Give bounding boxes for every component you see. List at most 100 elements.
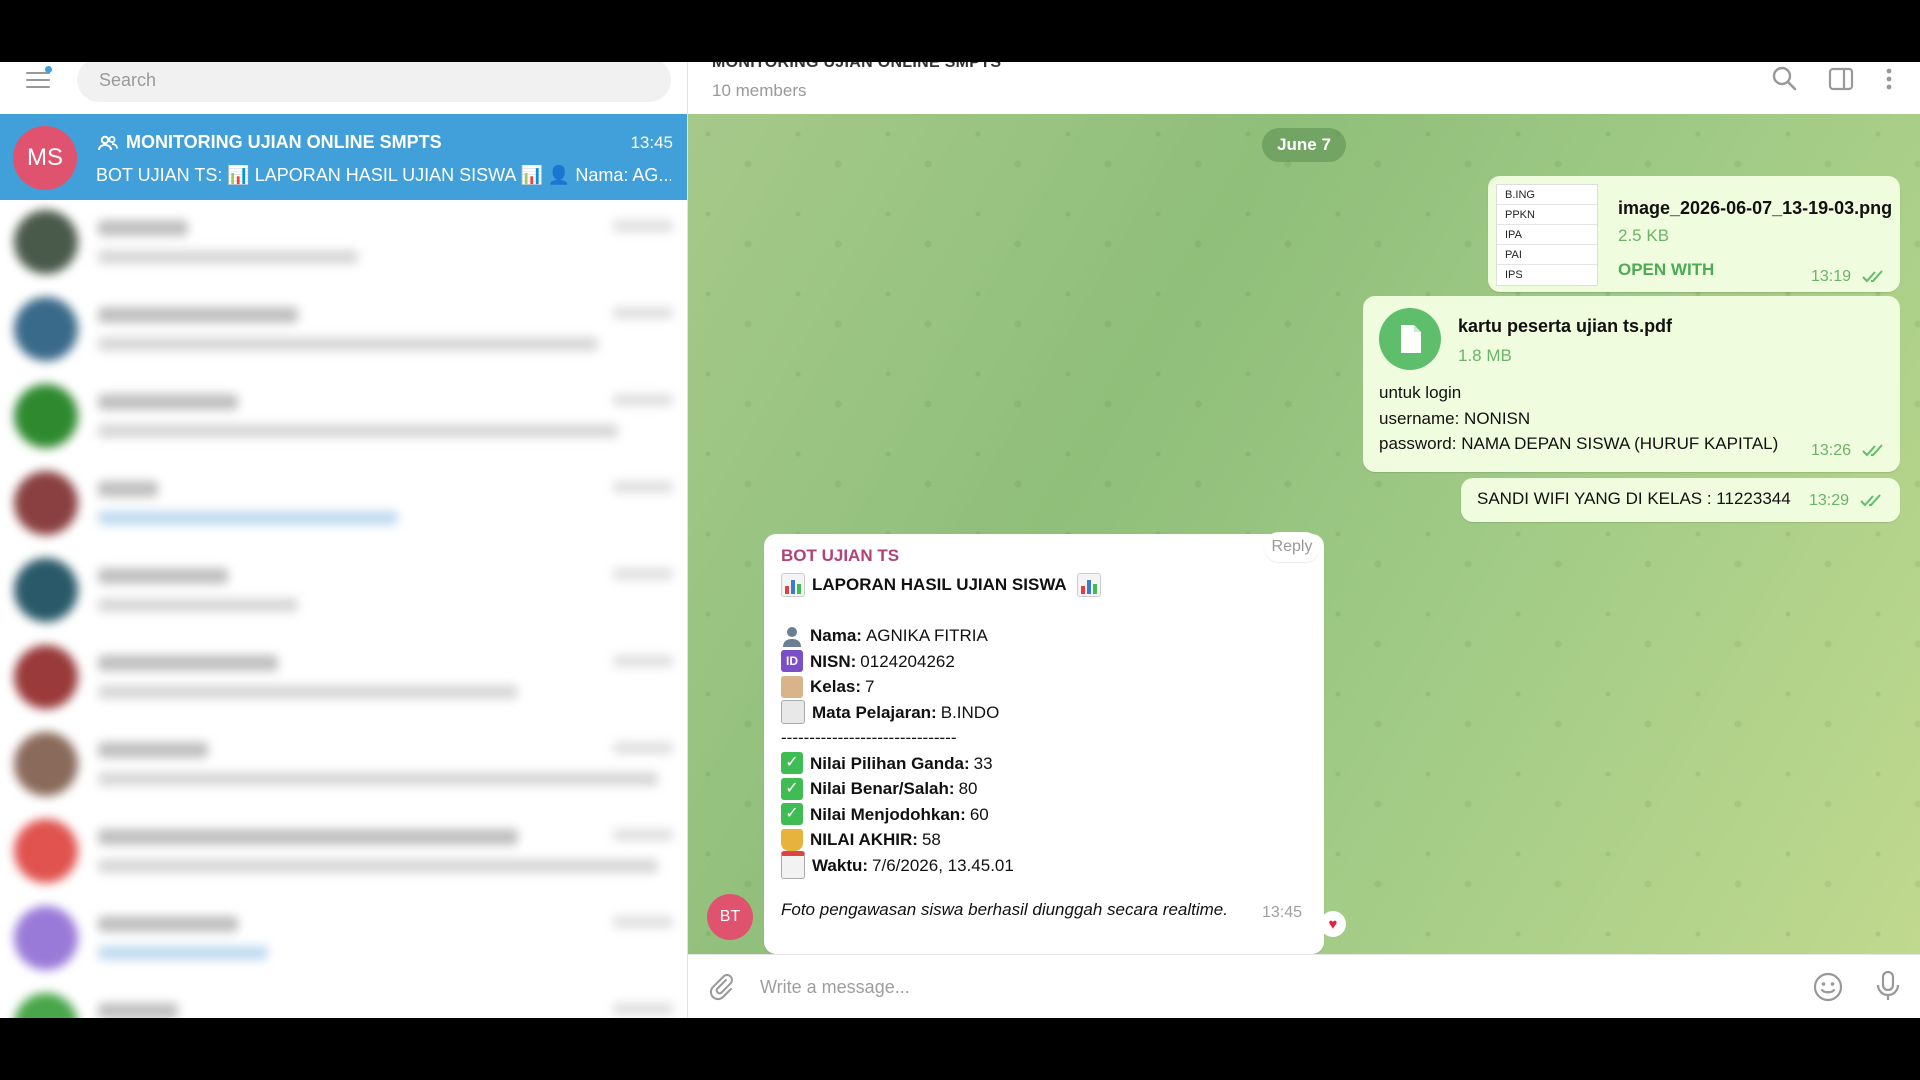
chart-emoji-icon — [781, 572, 805, 597]
menu-icon[interactable] — [22, 64, 54, 96]
sidebar-toggle-icon[interactable] — [1826, 64, 1856, 94]
letterbox-bottom — [0, 1018, 1920, 1080]
chat-item-active[interactable]: MS MONITORING UJIAN ONLINE SMPTS 13:45 B… — [0, 114, 687, 200]
kelas-label: Kelas: — [810, 677, 862, 696]
menjo-value: 60 — [969, 804, 989, 824]
school-emoji-icon — [781, 675, 803, 698]
open-with-button[interactable]: OPEN WITH — [1618, 260, 1714, 280]
double-check-icon — [1862, 444, 1883, 457]
thumb-line: PPKN — [1497, 205, 1597, 225]
chat-item-preview: BOT UJIAN TS: 📊 LAPORAN HASIL UJIAN SISW… — [96, 165, 671, 185]
check-emoji-icon: ✓ — [781, 752, 803, 775]
message-time: 13:19 — [1811, 268, 1852, 285]
reply-button[interactable]: Reply — [1264, 532, 1320, 562]
list-item[interactable] — [0, 548, 687, 635]
message-wifi[interactable]: SANDI WIFI YANG DI KELAS : 11223344 13:2… — [1461, 478, 1900, 522]
image-thumbnail[interactable]: B.ING PPKN IPA PAI IPS — [1496, 184, 1598, 286]
report-content: LAPORAN HASIL UJIAN SISWA Nama: AGNIKA FI… — [781, 572, 1108, 880]
nama-value: AGNIKA FITRIA — [865, 626, 988, 645]
letterbox-top — [0, 0, 1920, 62]
message-input[interactable] — [758, 969, 1772, 1005]
chat-panel: MONITORING UJIAN ONLINE SMPTS 10 members… — [688, 62, 1920, 1018]
nama-label: Nama: — [810, 626, 862, 645]
report-heading: LAPORAN HASIL UJIAN SISWA — [812, 575, 1067, 594]
chat-list-blurred — [0, 200, 687, 1018]
sidebar-topbar — [0, 62, 687, 114]
thumb-line: B.ING — [1497, 185, 1597, 205]
bs-label: Nilai Benar/Salah: — [810, 779, 955, 798]
attach-icon[interactable] — [706, 971, 736, 1001]
chat-header-members: 10 members — [712, 81, 807, 100]
akhir-label: NILAI AKHIR: — [810, 830, 918, 849]
telegram-window: MS MONITORING UJIAN ONLINE SMPTS 13:45 B… — [0, 62, 1920, 1018]
id-emoji-icon: ID — [781, 650, 803, 673]
date-separator: June 7 — [1262, 128, 1346, 162]
message-image-file[interactable]: B.ING PPKN IPA PAI IPS image_2026-06-07_… — [1488, 176, 1900, 292]
search-icon[interactable] — [1770, 64, 1800, 94]
bs-value: 80 — [958, 779, 978, 798]
list-item[interactable] — [0, 983, 687, 1018]
pg-label: Nilai Pilihan Ganda: — [810, 753, 970, 773]
emoji-icon[interactable] — [1812, 971, 1844, 1003]
waktu-label: Waktu: — [812, 855, 869, 875]
waktu-value: 7/6/2026, 13.45.01 — [872, 855, 1014, 875]
kelas-value: 7 — [865, 677, 875, 696]
message-time: 13:26 — [1811, 442, 1852, 459]
file-size: 2.5 KB — [1618, 226, 1670, 245]
person-emoji-icon — [781, 625, 803, 647]
nisn-label: NISN: — [810, 651, 857, 671]
message-bot-report[interactable]: BOT UJIAN TS LAPORAN HASIL UJIAN SISWA N… — [764, 534, 1324, 954]
message-footer-text: Foto pengawasan siswa berhasil diunggah … — [781, 900, 1228, 919]
file-name: kartu peserta ujian ts.pdf — [1458, 316, 1673, 336]
menjo-label: Nilai Menjodohkan: — [810, 804, 966, 824]
avatar[interactable]: BT — [707, 894, 753, 940]
chat-header-title[interactable]: MONITORING UJIAN ONLINE SMPTS — [712, 62, 1001, 72]
file-icon[interactable] — [1379, 308, 1441, 370]
double-check-icon — [1860, 494, 1881, 507]
heart-icon[interactable]: ♥ — [1320, 911, 1346, 937]
list-item[interactable] — [0, 722, 687, 809]
list-item[interactable] — [0, 635, 687, 722]
chat-item-time: 13:45 — [630, 133, 673, 152]
report-divider: ------------------------------- — [781, 728, 957, 747]
message-text: username: NONISN — [1379, 409, 1531, 428]
search-input[interactable] — [77, 62, 671, 102]
group-icon — [98, 135, 118, 150]
list-item[interactable] — [0, 287, 687, 374]
more-icon[interactable] — [1874, 64, 1904, 94]
notification-dot — [45, 66, 52, 73]
avatar: MS — [13, 126, 77, 190]
message-time: 13:45 — [1262, 904, 1303, 921]
message-text: untuk login — [1379, 383, 1462, 402]
mapel-label: Mata Pelajaran: — [812, 702, 937, 722]
book-emoji-icon — [781, 700, 805, 725]
trophy-emoji-icon — [781, 828, 803, 851]
pg-value: 33 — [973, 753, 993, 773]
sender-name[interactable]: BOT UJIAN TS — [781, 546, 899, 566]
akhir-value: 58 — [921, 830, 941, 849]
message-composer — [688, 954, 1920, 1018]
list-item[interactable] — [0, 809, 687, 896]
check-emoji-icon: ✓ — [781, 777, 803, 800]
thumb-line: PAI — [1497, 245, 1597, 265]
message-pdf-file[interactable]: kartu peserta ujian ts.pdf 1.8 MB untuk … — [1363, 296, 1900, 472]
double-check-icon — [1862, 270, 1883, 283]
mapel-value: B.INDO — [940, 702, 1000, 722]
thumb-line: IPS — [1505, 269, 1523, 281]
check-emoji-icon: ✓ — [781, 803, 803, 826]
list-item[interactable] — [0, 461, 687, 548]
chat-item-name: MONITORING UJIAN ONLINE SMPTS — [126, 132, 442, 152]
thumb-line: IPA — [1497, 225, 1597, 245]
nisn-value: 0124204262 — [860, 651, 955, 671]
chat-header: MONITORING UJIAN ONLINE SMPTS 10 members — [688, 62, 1920, 114]
message-text: SANDI WIFI YANG DI KELAS : 11223344 — [1477, 489, 1791, 508]
microphone-icon[interactable] — [1874, 969, 1902, 1003]
message-text: password: NAMA DEPAN SISWA (HURUF KAPITA… — [1379, 434, 1779, 453]
list-item[interactable] — [0, 896, 687, 983]
list-item[interactable] — [0, 200, 687, 287]
chat-item-title: MONITORING UJIAN ONLINE SMPTS — [98, 132, 442, 153]
file-size: 1.8 MB — [1458, 346, 1512, 365]
list-item[interactable] — [0, 374, 687, 461]
calendar-emoji-icon — [781, 851, 805, 880]
file-name: image_2026-06-07_13-19-03.png — [1618, 198, 1893, 218]
